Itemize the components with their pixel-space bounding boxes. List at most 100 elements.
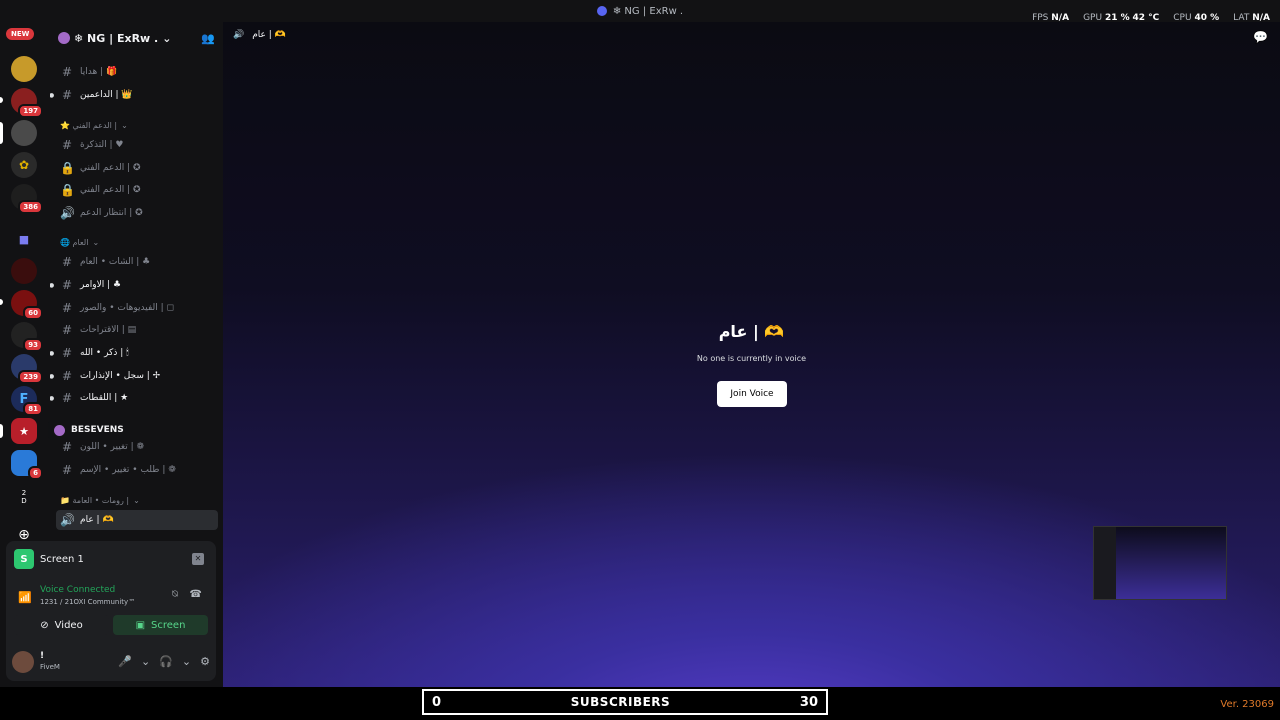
server-icon[interactable]: 386 bbox=[11, 184, 43, 214]
category-header[interactable]: 🌐 العام ⌄ bbox=[60, 238, 99, 247]
server-icon[interactable]: F 81 bbox=[11, 386, 43, 416]
unread-badge: 197 bbox=[18, 104, 43, 118]
window-title-text: ❄ NG | ExRw . bbox=[612, 5, 684, 17]
voice-channel-item-active[interactable]: 🔊 عام | 🫶 bbox=[56, 510, 218, 530]
screen-button[interactable]: ▣ Screen bbox=[113, 615, 208, 635]
gear-icon[interactable]: ⚙ bbox=[200, 655, 210, 668]
speaker-icon: 🔊 bbox=[60, 206, 75, 220]
user-status: FiveM bbox=[40, 663, 60, 671]
speaker-icon: 🔊 bbox=[233, 30, 245, 40]
channel-item[interactable]: ● # الاوامر | ♣ bbox=[50, 275, 218, 295]
unread-badge: 60 bbox=[23, 306, 43, 320]
video-button[interactable]: ⊘ Video bbox=[14, 615, 109, 635]
server-icon[interactable]: 60 bbox=[11, 290, 43, 320]
server-tooltip: BESEVENS bbox=[48, 420, 130, 440]
unread-badge: 6 bbox=[28, 466, 43, 480]
channel-header-title: عام | 🫶 bbox=[252, 30, 286, 40]
server-icon[interactable] bbox=[11, 120, 37, 146]
server-folder[interactable]: 2 D bbox=[11, 484, 37, 510]
voice-status[interactable]: Voice Connected bbox=[40, 585, 115, 595]
avatar[interactable] bbox=[12, 651, 34, 673]
unread-pill bbox=[0, 299, 3, 305]
channel-item[interactable]: # الفيديوهات • والصور | ◻ bbox=[56, 298, 218, 318]
sub-goal: 30 bbox=[799, 694, 818, 710]
channel-item[interactable]: ● # ذكر • الله | 🕯 bbox=[50, 343, 218, 363]
server-icon-besevens[interactable]: ★ bbox=[11, 418, 37, 444]
chevron-down-icon: ⌄ bbox=[133, 496, 140, 505]
unread-badge: 81 bbox=[23, 402, 43, 416]
hash-icon: # bbox=[61, 369, 73, 383]
subscriber-goal-bar: 0 SUBSCRIBERS 30 bbox=[422, 689, 828, 715]
unread-badge: 386 bbox=[18, 200, 43, 214]
user-name[interactable]: ! bbox=[40, 651, 44, 661]
unread-dot: ● bbox=[50, 394, 55, 402]
server-icon[interactable] bbox=[11, 258, 37, 284]
hover-pill bbox=[0, 424, 3, 438]
guild-icon bbox=[58, 32, 70, 44]
lock-icon: 🔒 bbox=[60, 161, 75, 175]
server-icon[interactable]: 93 bbox=[11, 322, 43, 352]
add-member-icon[interactable]: 👥 bbox=[201, 32, 215, 45]
camera-off-icon: ⊘ bbox=[40, 619, 49, 631]
signal-icon[interactable]: 📶 bbox=[18, 591, 32, 604]
chevron-down-icon[interactable]: ⌄ bbox=[141, 655, 150, 668]
version-label: Ver. 23069 bbox=[1220, 699, 1274, 710]
channel-item[interactable]: # التذكرة | ♥ bbox=[56, 135, 218, 155]
hash-icon: # bbox=[61, 255, 73, 269]
voice-panel: S Screen 1 ✕ 📶 Voice Connected 1231 / 21… bbox=[6, 541, 216, 681]
channel-item[interactable]: # طلب • تغيير • الإسم | ❁ bbox=[56, 460, 218, 480]
chevron-down-icon: ⌄ bbox=[121, 121, 128, 130]
lock-icon: 🔒 bbox=[60, 183, 75, 197]
hash-icon: # bbox=[61, 65, 73, 79]
folder-icon[interactable]: ■ bbox=[11, 226, 37, 252]
unread-dot: ● bbox=[50, 349, 55, 357]
unread-dot: ● bbox=[50, 91, 55, 99]
category-header[interactable]: 📁 رومات • العامة | ⌄ bbox=[60, 496, 140, 505]
tooltip-text: BESEVENS bbox=[71, 425, 124, 435]
category-header[interactable]: ⭐ الدعم الفني | ⌄ bbox=[60, 121, 128, 130]
stream-preview-row[interactable]: S Screen 1 ✕ bbox=[14, 549, 208, 569]
headphones-icon[interactable]: 🎧 bbox=[159, 655, 173, 668]
channel-item[interactable]: # الاقتراحات | ▤ bbox=[56, 320, 218, 340]
noise-suppression-icon[interactable]: ⍉ bbox=[172, 589, 178, 600]
unread-pill bbox=[0, 97, 3, 103]
hash-icon: # bbox=[61, 138, 73, 152]
hash-icon: # bbox=[61, 323, 73, 337]
join-voice-button[interactable]: Join Voice bbox=[717, 381, 787, 407]
unread-badge: 93 bbox=[23, 338, 43, 352]
channel-item[interactable]: ● # الداعمين | 👑 bbox=[50, 85, 218, 105]
guild-name: ❄ NG | ExRw . bbox=[74, 31, 159, 45]
sub-label: SUBSCRIBERS bbox=[570, 695, 671, 709]
voice-channel-path[interactable]: 1231 / 21OXI Community™ bbox=[40, 598, 135, 606]
channel-item[interactable]: # تغيير • اللون | ❁ bbox=[56, 437, 218, 457]
stop-stream-icon[interactable]: ✕ bbox=[192, 553, 204, 565]
channel-item[interactable]: 🔒 الدعم الفني | ✪ bbox=[56, 158, 218, 178]
guild-header[interactable]: ❄ NG | ExRw . ⌄ 👥 bbox=[50, 22, 223, 54]
channel-item[interactable]: ● # سجل • الإنذارات | ✢ bbox=[50, 366, 218, 386]
server-icon[interactable] bbox=[11, 56, 37, 82]
screen-share-icon: ▣ bbox=[135, 619, 146, 631]
server-icon[interactable]: 239 bbox=[11, 354, 43, 384]
mic-icon[interactable]: 🎤 bbox=[118, 655, 132, 668]
server-icon[interactable]: 6 bbox=[11, 450, 43, 480]
bottom-overlay: 0 SUBSCRIBERS 30 Ver. 23069 bbox=[0, 687, 1280, 720]
stream-pip[interactable] bbox=[1093, 526, 1227, 600]
hash-icon: # bbox=[61, 440, 73, 454]
server-icon[interactable]: 197 bbox=[11, 88, 43, 118]
voice-empty-text: No one is currently in voice bbox=[696, 354, 807, 363]
window-title: ❄ NG | ExRw . bbox=[596, 5, 684, 17]
disconnect-icon[interactable]: ☎ bbox=[190, 589, 202, 600]
channel-item[interactable]: # هدايا | 🎁 bbox=[56, 62, 218, 82]
server-icon[interactable]: ✿ bbox=[11, 152, 37, 178]
chat-bubble-icon[interactable]: 💬 bbox=[1253, 30, 1268, 44]
channel-item[interactable]: ● # اللقطات | ★ bbox=[50, 388, 218, 408]
channel-item[interactable]: # الشات • العام | ♣ bbox=[56, 252, 218, 272]
new-badge: NEW bbox=[6, 28, 35, 40]
media-buttons: ⊘ Video ▣ Screen bbox=[14, 615, 208, 635]
hash-icon: # bbox=[61, 88, 73, 102]
hash-icon: # bbox=[61, 278, 73, 292]
channel-item[interactable]: 🔒 الدعم الفني | ✪ bbox=[56, 180, 218, 200]
chevron-down-icon[interactable]: ⌄ bbox=[182, 655, 191, 668]
stream-thumb-icon: S bbox=[14, 549, 34, 569]
voice-channel-item[interactable]: 🔊 انتظار الدعم | ✪ bbox=[56, 203, 218, 223]
